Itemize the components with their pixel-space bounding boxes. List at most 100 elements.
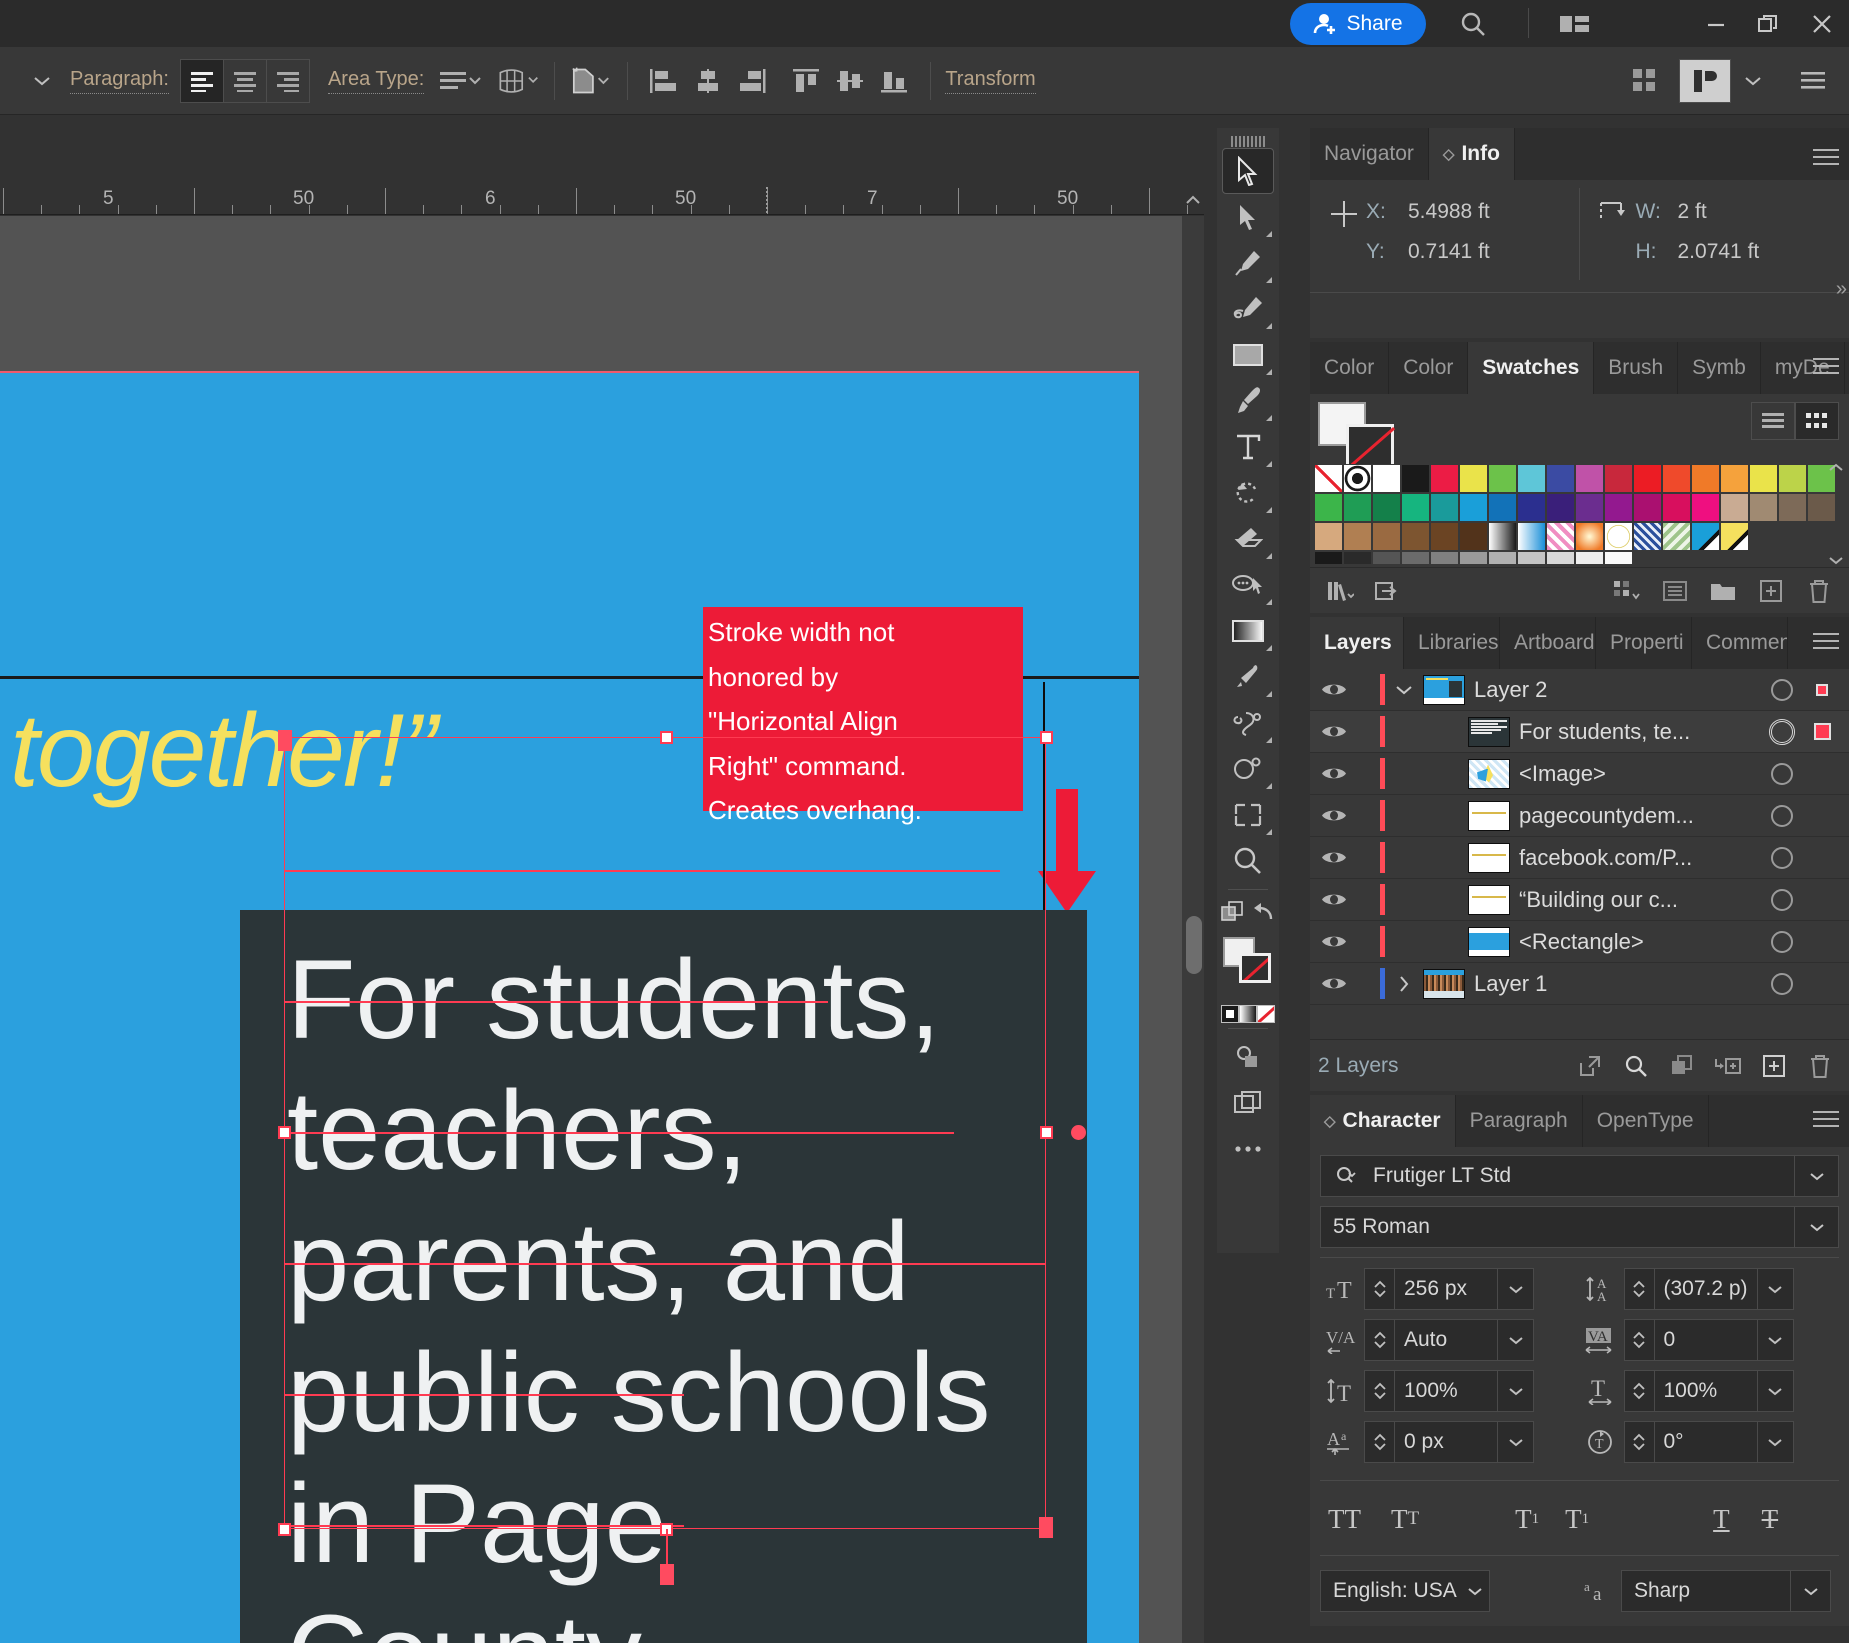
restore-icon[interactable] <box>1742 0 1794 47</box>
anti-aliasing-field[interactable]: Sharp <box>1621 1570 1831 1612</box>
rectangle-tool[interactable] <box>1222 332 1274 378</box>
layer-name[interactable]: For students, te... <box>1519 719 1690 745</box>
gradient-fill-mode-icon[interactable] <box>1239 1005 1257 1023</box>
layer-visibility-icon[interactable] <box>1310 933 1358 950</box>
align-right-edges-button[interactable] <box>730 59 774 103</box>
layer-name[interactable]: pagecountydem... <box>1519 803 1694 829</box>
swatch-cell[interactable] <box>1662 493 1691 522</box>
artboard-tool[interactable] <box>1222 792 1274 838</box>
shaper-tool[interactable] <box>1222 562 1274 608</box>
tab-color[interactable]: Color <box>1310 342 1390 394</box>
tab-opentype[interactable]: OpenType <box>1582 1095 1709 1147</box>
kerning-chevron-down-icon[interactable] <box>1497 1320 1533 1360</box>
selection-handle-bottom-right[interactable] <box>1039 1517 1053 1538</box>
swatch-cell[interactable] <box>1575 551 1604 565</box>
character-rotation-chevron-down-icon[interactable] <box>1756 1422 1793 1462</box>
swatch-cell[interactable] <box>1459 522 1488 551</box>
strikethrough-button[interactable]: T <box>1762 1504 1779 1535</box>
layer-row[interactable]: Layer 2 <box>1310 669 1849 711</box>
font-size-chevron-down-icon[interactable] <box>1497 1269 1533 1309</box>
eraser-tool[interactable] <box>1222 516 1274 562</box>
subscript-button[interactable]: T1 <box>1565 1504 1589 1535</box>
tab-navigator[interactable]: Navigator <box>1310 128 1429 180</box>
blend-tool[interactable] <box>1222 700 1274 746</box>
layer-row[interactable]: Layer 1 <box>1310 963 1849 1005</box>
layer-visibility-icon[interactable] <box>1310 765 1358 782</box>
layers-panel-menu-icon[interactable] <box>1811 628 1841 658</box>
align-vertical-center-button[interactable] <box>828 59 872 103</box>
swatch-cell[interactable] <box>1575 522 1604 551</box>
control-bar-menu-icon[interactable] <box>1791 59 1835 103</box>
recolor-artwork-button[interactable] <box>569 59 613 103</box>
tab-artboards[interactable]: Artboard <box>1500 617 1596 669</box>
workspace-switcher-button[interactable] <box>1679 58 1731 103</box>
tracking-field[interactable]: 0 <box>1653 1319 1794 1361</box>
screen-mode-icon[interactable] <box>1222 1080 1274 1126</box>
swatch-cell[interactable] <box>1314 522 1343 551</box>
pen-tool[interactable] <box>1222 240 1274 286</box>
create-new-layer-icon[interactable] <box>1751 1045 1797 1087</box>
align-left-button[interactable] <box>179 58 224 103</box>
swatch-options-icon[interactable] <box>1651 570 1699 612</box>
swatch-cell[interactable] <box>1778 493 1807 522</box>
swatch-cell[interactable] <box>1720 493 1749 522</box>
rotate-tool[interactable] <box>1222 470 1274 516</box>
align-top-edges-button[interactable] <box>784 59 828 103</box>
layer-visibility-icon[interactable] <box>1310 681 1358 698</box>
layer-row[interactable]: facebook.com/P... <box>1310 837 1849 879</box>
gradient-tool[interactable] <box>1222 608 1274 654</box>
layer-visibility-icon[interactable] <box>1310 807 1358 824</box>
tab-comments[interactable]: Commen <box>1692 617 1788 669</box>
swatch-cell[interactable] <box>1604 464 1633 493</box>
change-shape-mode-icon[interactable] <box>1220 895 1246 929</box>
tools-panel[interactable] <box>1217 128 1279 1253</box>
swatch-cell[interactable] <box>1633 493 1662 522</box>
selection-handle-middle-left[interactable] <box>278 1126 291 1139</box>
delete-swatch-icon[interactable] <box>1795 570 1843 612</box>
swatch-cell[interactable] <box>1546 464 1575 493</box>
swatch-link-icon[interactable] <box>1364 570 1412 612</box>
character-panel-menu-icon[interactable] <box>1811 1106 1841 1136</box>
layer-target-indicator[interactable] <box>1769 718 1795 745</box>
stroke-color-swatch[interactable] <box>1239 953 1271 983</box>
swatch-cell[interactable] <box>1314 464 1343 493</box>
new-swatch-icon[interactable] <box>1747 570 1795 612</box>
tab-swatches[interactable]: Swatches <box>1468 342 1595 394</box>
canvas-area[interactable]: together!” Stroke width not honored by "… <box>0 216 1204 1643</box>
layer-row[interactable]: “Building our c... <box>1310 879 1849 921</box>
swatches-grid-view-button[interactable] <box>1795 402 1839 440</box>
make-clipping-mask-icon[interactable] <box>1659 1045 1705 1087</box>
minimize-icon[interactable] <box>1690 0 1742 47</box>
swatch-cell[interactable] <box>1604 551 1633 565</box>
horizontal-scale-chevron-down-icon[interactable] <box>1756 1371 1793 1411</box>
type-tool[interactable] <box>1222 424 1274 470</box>
kerning-stepper[interactable] <box>1364 1319 1394 1361</box>
align-center-button[interactable] <box>222 58 267 103</box>
layer-visibility-icon[interactable] <box>1310 723 1358 740</box>
layer-visibility-icon[interactable] <box>1310 849 1358 866</box>
layer-name[interactable]: “Building our c... <box>1519 887 1678 913</box>
selection-handle-top-left[interactable] <box>278 730 292 751</box>
tab-properties[interactable]: Properti <box>1596 617 1692 669</box>
font-style-chevron-down-icon[interactable] <box>1794 1207 1838 1247</box>
all-caps-button[interactable]: TT <box>1328 1504 1361 1535</box>
superscript-button[interactable]: T1 <box>1515 1504 1539 1535</box>
area-type-options-button[interactable] <box>438 59 482 103</box>
swatch-cell[interactable] <box>1546 493 1575 522</box>
swatch-cell[interactable] <box>1517 493 1546 522</box>
layer-target-indicator[interactable] <box>1771 888 1793 911</box>
swatch-cell[interactable] <box>1604 522 1633 551</box>
font-family-field[interactable]: Frutiger LT Std <box>1320 1155 1839 1197</box>
horizontal-ruler[interactable]: 5 50 6 50 7 50 <box>0 185 1204 215</box>
text-frame-overflow-port[interactable] <box>660 1564 674 1585</box>
swatch-cell[interactable] <box>1662 522 1691 551</box>
leading-field[interactable]: (307.2 p) <box>1653 1268 1794 1310</box>
swatch-cell[interactable] <box>1372 522 1401 551</box>
vertical-scale-stepper[interactable] <box>1364 1370 1394 1412</box>
swatch-cell[interactable] <box>1314 493 1343 522</box>
curvature-tool[interactable] <box>1222 286 1274 332</box>
layer-target-indicator[interactable] <box>1771 762 1793 785</box>
layer-row[interactable]: For students, te... <box>1310 711 1849 753</box>
swatch-cell[interactable] <box>1401 464 1430 493</box>
language-field[interactable]: English: USA <box>1320 1570 1490 1612</box>
